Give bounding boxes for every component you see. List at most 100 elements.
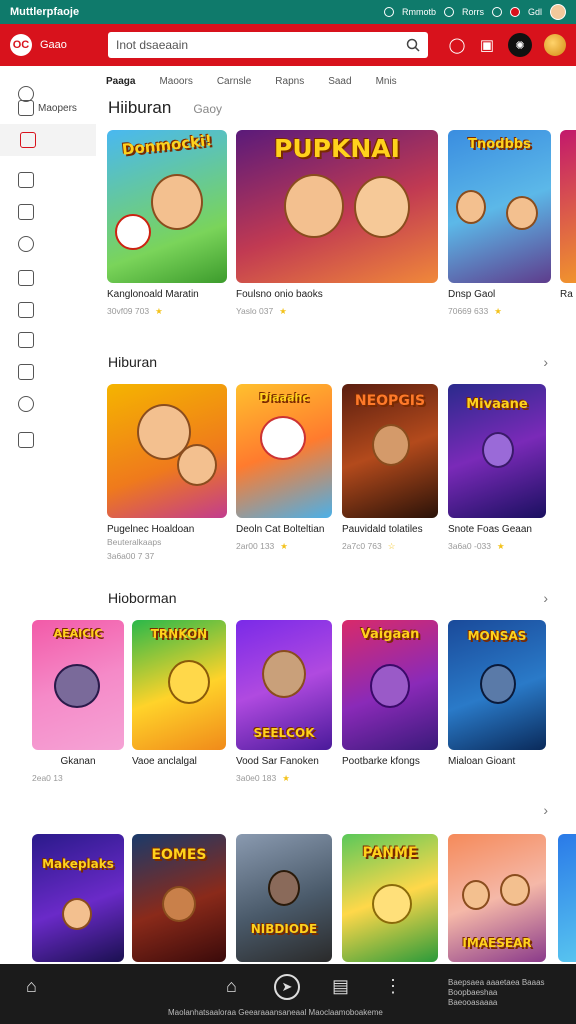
game-card[interactable]: Diaaahc Deoln Cat Bolteltian 2ar00 133 ★: [236, 384, 332, 552]
game-stats: 70669 633: [448, 306, 489, 316]
game-meta: 3a0e0 183 ★: [236, 773, 332, 784]
game-card[interactable]: IMAESEAR: [448, 834, 546, 962]
tab-3[interactable]: Carnsle: [217, 76, 251, 90]
sidebar-label: Maopers: [38, 102, 77, 114]
status-dot-icon: [443, 7, 454, 17]
gift-icon[interactable]: ▣: [478, 36, 496, 54]
game-card[interactable]: PANME: [342, 834, 438, 962]
character-image: [262, 650, 306, 698]
game-card[interactable]: Makeplaks: [32, 834, 124, 962]
app-logo[interactable]: OC: [10, 34, 32, 56]
game-stats: Yaslo 037: [236, 306, 274, 316]
sidebar-item-2[interactable]: [18, 204, 88, 220]
game-thumbnail[interactable]: [560, 130, 576, 283]
status-item-1: Rmmotb: [401, 7, 436, 17]
list-icon: [18, 432, 34, 448]
compass-icon[interactable]: ➤: [274, 974, 300, 1000]
status-dot-icon: [491, 7, 502, 17]
game-stats: 2ar00 133: [236, 541, 275, 551]
game-card[interactable]: Donmocki! Kanglonoald Maratin 30vf09 703…: [107, 130, 227, 317]
star-icon: ★: [280, 541, 288, 551]
star-icon: ★: [494, 306, 502, 316]
sidebar-item-home[interactable]: [0, 124, 96, 156]
game-card[interactable]: TRNKON Vaoe anclalgal: [132, 620, 226, 767]
search-input[interactable]: Inot dsaeaain: [108, 32, 428, 58]
chat-icon[interactable]: ◯: [448, 36, 466, 54]
game-thumbnail[interactable]: PUPKNAI: [236, 130, 438, 283]
chevron-right-icon[interactable]: ›: [543, 354, 548, 370]
game-card[interactable]: MONSAS Mialoan Gioant: [448, 620, 546, 767]
character-image: [500, 874, 530, 906]
game-thumbnail[interactable]: PANME: [342, 834, 438, 962]
game-card[interactable]: Ra: [560, 130, 576, 300]
section-1-subtitle[interactable]: Gaoy: [193, 102, 222, 116]
game-thumbnail[interactable]: NIBDIODE: [236, 834, 332, 962]
game-card[interactable]: Tnodbbs Dnsp Gaol 70669 633 ★: [448, 130, 551, 317]
sidebar-item-7[interactable]: [18, 364, 88, 380]
tab-5[interactable]: Saad: [328, 76, 351, 90]
character-image: [372, 884, 412, 924]
game-title: Pootbarke kfongs: [342, 756, 420, 767]
tab-4[interactable]: Rapns: [275, 76, 304, 90]
record-icon: [509, 7, 520, 17]
game-thumbnail[interactable]: Vaigaan: [342, 620, 438, 750]
sidebar-item-5[interactable]: [18, 302, 88, 318]
game-thumbnail[interactable]: TRNKON: [132, 620, 226, 750]
status-icons: Rmmotb Rorrs Gdl: [383, 4, 566, 20]
tab-2[interactable]: Maoors: [159, 76, 192, 90]
game-thumbnail[interactable]: IMAESEAR: [448, 834, 546, 962]
sidebar-item-3[interactable]: [18, 236, 88, 252]
home-icon[interactable]: ⌂: [26, 976, 37, 997]
cloud-icon: [18, 236, 34, 252]
game-meta: 70669 633 ★: [448, 306, 551, 317]
game-card[interactable]: NEOPGIS Pauvidald tolatiles 2a7c0 763 ☆: [342, 384, 438, 552]
game-card[interactable]: Vaigaan Pootbarke kfongs: [342, 620, 438, 767]
character-image: [162, 886, 196, 922]
game-thumbnail[interactable]: NEOPGIS: [342, 384, 438, 518]
game-thumbnail[interactable]: AEAICIC: [32, 620, 124, 750]
house-icon: [18, 172, 34, 188]
game-thumbnail[interactable]: [107, 384, 227, 518]
avatar[interactable]: [550, 4, 566, 20]
grid-icon[interactable]: ⋮: [384, 976, 402, 997]
game-card[interactable]: PUPKNAI Foulsno onio baoks Yaslo 037 ★: [236, 130, 438, 317]
game-thumbnail[interactable]: Diaaahc: [236, 384, 332, 518]
character-image: [372, 424, 410, 466]
game-thumbnail[interactable]: MONSAS: [448, 620, 546, 750]
sidebar-item-6[interactable]: [18, 332, 88, 348]
game-thumbnail[interactable]: Makeplaks: [32, 834, 124, 962]
status-title: Muttlerpfaoje: [10, 6, 80, 18]
game-thumbnail[interactable]: Donmocki!: [107, 130, 227, 283]
character-image: [482, 432, 514, 468]
game-thumbnail[interactable]: [558, 834, 576, 962]
chevron-right-icon[interactable]: ›: [543, 590, 548, 606]
game-card[interactable]: EOMES: [132, 834, 226, 962]
section-2-heading: Hiburan: [108, 354, 158, 370]
tab-6[interactable]: Mnis: [376, 76, 397, 90]
sidebar-item-1[interactable]: [18, 172, 88, 188]
calendar-icon[interactable]: ▤: [332, 976, 349, 997]
settings-icon[interactable]: ✺: [508, 33, 532, 57]
sidebar-item-9[interactable]: [18, 432, 88, 448]
game-card[interactable]: [558, 834, 576, 962]
star-icon: ★: [155, 306, 163, 316]
search-icon[interactable]: [406, 38, 420, 52]
game-card[interactable]: Mivaane Snote Foas Geaan 3a6a0 -033 ★: [448, 384, 546, 552]
coin-icon[interactable]: [544, 34, 566, 56]
sidebar-item-4[interactable]: [18, 270, 88, 286]
tab-1[interactable]: Paaga: [106, 76, 135, 90]
sidebar-item-maopers[interactable]: Maopers: [18, 100, 88, 116]
game-thumbnail[interactable]: Tnodbbs: [448, 130, 551, 283]
chevron-right-icon[interactable]: ›: [543, 802, 548, 818]
game-title: Pauvidald tolatiles: [342, 524, 423, 535]
game-card[interactable]: AEAICIC Gkanan 2ea0 13: [32, 620, 124, 783]
game-card[interactable]: SEELCOK Vood Sar Fanoken 3a0e0 183 ★: [236, 620, 332, 784]
house-icon[interactable]: ⌂: [226, 976, 237, 997]
game-card[interactable]: NIBDIODE: [236, 834, 332, 962]
game-thumbnail[interactable]: EOMES: [132, 834, 226, 962]
folder-icon: [18, 270, 34, 286]
game-thumbnail[interactable]: SEELCOK: [236, 620, 332, 750]
sidebar-item-8[interactable]: [18, 396, 88, 412]
game-thumbnail[interactable]: Mivaane: [448, 384, 546, 518]
game-card[interactable]: Pugelnec Hoaldoan Beuteralkaaps 3a6a00 7…: [107, 384, 227, 561]
